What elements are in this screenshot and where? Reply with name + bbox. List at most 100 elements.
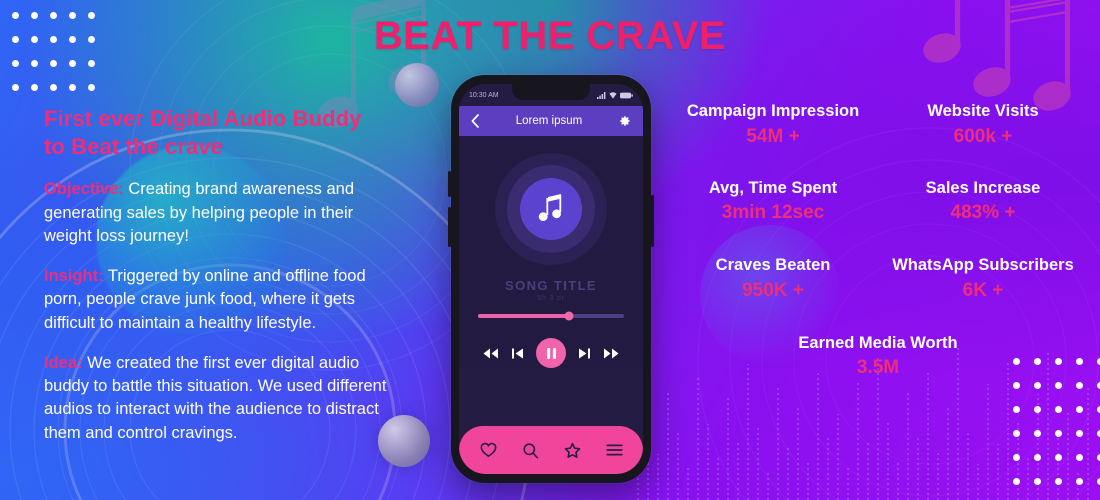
decorative-dot (88, 84, 95, 91)
stat-earned-media-worth: Earned Media Worth 3.5M (668, 332, 1088, 383)
headline-line-1: First ever Digital Audio Buddy (44, 106, 362, 131)
phone-notch (512, 84, 590, 100)
stat-value: 54M + (746, 125, 800, 147)
signal-bars-icon (597, 91, 606, 99)
stat-value: 483% + (950, 202, 1016, 224)
stats-row-1: Campaign Impression 54M + Website Visits… (668, 100, 1088, 151)
search-icon (522, 442, 538, 458)
album-artwork (495, 153, 607, 266)
left-content-column: First ever Digital Audio Buddy to Beat t… (44, 105, 404, 462)
tab-starred[interactable] (564, 442, 581, 459)
decorative-dot (1013, 382, 1020, 389)
tab-favorites[interactable] (480, 442, 497, 458)
skip-previous-icon (512, 348, 523, 358)
decorative-dot (1034, 430, 1041, 437)
gear-icon[interactable] (618, 114, 632, 128)
decorative-dot (1076, 478, 1083, 485)
playback-controls (459, 338, 643, 368)
stat-label: Avg, Time Spent (708, 178, 838, 197)
stats-row-3: Craves Beaten 950K + WhatsApp Subscriber… (668, 254, 1088, 305)
stat-label: Craves Beaten (715, 256, 831, 275)
decorative-dot (1076, 382, 1083, 389)
paragraph-label-idea: Idea: (44, 353, 83, 372)
decorative-dot (1055, 406, 1062, 413)
decorative-dot (1034, 382, 1041, 389)
stat-whatsapp-subscribers: WhatsApp Subscribers 6K + (878, 254, 1088, 305)
player-area: SONG TITLE 5h 3 or (459, 136, 643, 368)
phone-power-button (651, 195, 654, 247)
page-title: BEAT THE CRAVE (373, 14, 727, 58)
app-bar-title: Lorem ipsum (515, 115, 583, 127)
decorative-dot (50, 84, 57, 91)
fast-forward-button[interactable] (603, 347, 620, 360)
decorative-dot (88, 60, 95, 67)
stat-label: Website Visits (927, 102, 1039, 120)
heart-icon (480, 442, 496, 457)
play-pause-button[interactable] (536, 338, 566, 368)
stat-avg-time-spent: Avg, Time Spent 3min 12sec (668, 177, 878, 228)
stats-panel: Campaign Impression 54M + Website Visits… (668, 100, 1088, 382)
stats-row-4: Earned Media Worth 3.5M (668, 332, 1088, 383)
stat-value: 3min 12sec (721, 202, 825, 224)
previous-button[interactable] (511, 347, 524, 360)
decorative-dot (1076, 454, 1083, 461)
decorative-dot (1034, 478, 1041, 485)
decorative-dot (1076, 430, 1083, 437)
skip-next-icon (579, 348, 590, 358)
music-note-icon (538, 194, 562, 222)
stat-craves-beaten: Craves Beaten 950K + (668, 254, 878, 305)
decorative-dot (1034, 406, 1041, 413)
decorative-dot (1013, 430, 1020, 437)
stat-label: Sales Increase (925, 178, 1041, 197)
tab-search[interactable] (522, 442, 539, 459)
status-bar-indicators (597, 91, 633, 99)
rewind-icon (483, 348, 498, 358)
stat-sales-increase: Sales Increase 483% + (878, 177, 1088, 228)
paragraph-idea: Idea: We created the first ever digital … (44, 352, 404, 445)
paragraph-text-idea: We created the first ever digital audio … (44, 353, 387, 442)
decorative-dot (12, 60, 19, 67)
decorative-dot (31, 84, 38, 91)
progress-fill (478, 314, 569, 318)
progress-knob[interactable] (564, 311, 574, 321)
decorative-dot (31, 60, 38, 67)
decorative-dot (69, 60, 76, 67)
headline: First ever Digital Audio Buddy to Beat t… (44, 105, 404, 161)
song-title: SONG TITLE (505, 278, 597, 294)
stat-label: Campaign Impression (686, 102, 860, 120)
bottom-tab-bar (459, 426, 643, 474)
decorative-dot (69, 84, 76, 91)
song-subtitle: 5h 3 or (537, 295, 565, 303)
wifi-icon (609, 91, 617, 99)
playback-progress-bar[interactable] (478, 311, 624, 321)
phone-mockup: 10:30 AM Lorem ipsum SONG TITLE 5h 3 or (448, 75, 654, 483)
hamburger-menu-icon (605, 444, 623, 456)
stat-campaign-impression: Campaign Impression 54M + (668, 100, 878, 151)
decorative-dot (1055, 478, 1062, 485)
next-button[interactable] (578, 347, 591, 360)
status-bar-time: 10:30 AM (469, 91, 499, 99)
decorative-dot (1013, 478, 1020, 485)
back-chevron-icon[interactable] (470, 114, 480, 128)
decorative-dot (1013, 454, 1020, 461)
star-icon (564, 442, 580, 458)
stat-label: Earned Media Worth (798, 333, 958, 352)
battery-icon (620, 92, 633, 98)
paragraph-insight: Insight: Triggered by online and offline… (44, 265, 404, 335)
sphere-decoration-upper (395, 63, 439, 107)
stat-value: 600k + (953, 125, 1013, 147)
paragraph-label-objective: Objective: (44, 180, 124, 199)
decorative-dot (1055, 382, 1062, 389)
decorative-dot (1034, 454, 1041, 461)
phone-screen: 10:30 AM Lorem ipsum SONG TITLE 5h 3 or (459, 84, 643, 474)
app-bar: Lorem ipsum (459, 106, 643, 136)
stats-row-2: Avg, Time Spent 3min 12sec Sales Increas… (668, 177, 1088, 228)
stat-label: WhatsApp Subscribers (892, 256, 1074, 275)
tab-menu[interactable] (605, 443, 623, 457)
headline-line-2: to Beat the crave (44, 134, 223, 160)
poster-canvas: BEAT THE CRAVE First ever Digital Audio … (0, 0, 1100, 500)
stat-website-visits: Website Visits 600k + (878, 100, 1088, 151)
pause-icon (546, 347, 556, 359)
decorative-dot (1055, 430, 1062, 437)
rewind-button[interactable] (482, 347, 499, 360)
